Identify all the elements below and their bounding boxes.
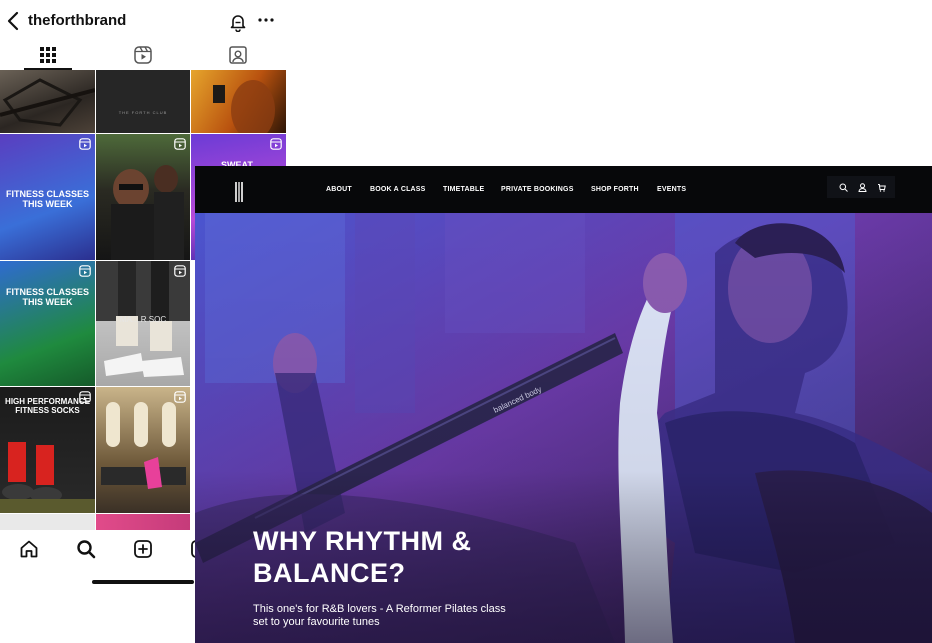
site-header: ABOUT BOOK A CLASS TIMETABLE PRIVATE BOO… (195, 166, 932, 213)
tile-caption: THE FORTH CLUB (118, 110, 168, 115)
notifications-bell-icon[interactable] (228, 12, 248, 33)
post-tile[interactable]: FITNESS CLASSES THIS WEEK (0, 134, 95, 260)
post-tile[interactable] (0, 70, 95, 133)
tile-caption: HIGH PERFORMANCE FITNESS SOCKS (5, 397, 90, 415)
post-tile[interactable]: THE FORTH CLUB (96, 70, 190, 133)
home-icon[interactable] (18, 538, 40, 560)
post-tile[interactable] (96, 387, 190, 513)
post-tile[interactable] (191, 70, 286, 133)
post-tile[interactable] (96, 514, 190, 530)
post-tile[interactable]: FITNESS CLASSES THIS WEEK (0, 261, 95, 386)
tile-caption: FITNESS CLASSES THIS WEEK (5, 189, 89, 209)
reel-icon (79, 138, 91, 150)
post-tile[interactable] (96, 134, 190, 260)
website-panel: ABOUT BOOK A CLASS TIMETABLE PRIVATE BOO… (195, 166, 932, 643)
grid-tab-icon[interactable] (37, 44, 59, 66)
reel-icon (79, 265, 91, 277)
post-tile[interactable] (0, 514, 95, 530)
search-icon[interactable] (75, 538, 97, 560)
home-indicator-bar (92, 580, 194, 584)
nav-link-book-a-class[interactable]: BOOK A CLASS (370, 186, 426, 193)
create-post-icon[interactable] (132, 538, 154, 560)
reel-icon (174, 138, 186, 150)
hero-title: WHY RHYTHM & BALANCE? (253, 526, 472, 588)
more-options-icon[interactable] (256, 10, 276, 30)
nav-link-events[interactable]: EVENTS (657, 186, 686, 193)
reel-icon (270, 138, 282, 150)
tile-caption: MA... R SOC (119, 315, 167, 324)
nav-link-about[interactable]: ABOUT (326, 186, 352, 193)
profile-username: theforthbrand (28, 12, 127, 29)
reel-icon (174, 391, 186, 403)
reels-tab-icon[interactable] (132, 44, 154, 66)
hero-subtitle: This one's for R&B lovers - A Reformer P… (253, 603, 506, 628)
profile-tabs (0, 40, 286, 70)
header-utilities (827, 176, 895, 198)
profile-header: theforthbrand (0, 0, 286, 44)
back-arrow-icon[interactable] (4, 10, 24, 32)
account-icon[interactable] (858, 183, 867, 192)
nav-link-private-bookings[interactable]: PRIVATE BOOKINGS (501, 186, 574, 193)
cart-icon[interactable] (877, 183, 886, 192)
tagged-tab-icon[interactable] (227, 44, 249, 66)
reel-icon (174, 265, 186, 277)
tile-caption: FITNESS CLASSES THIS WEEK (5, 287, 89, 307)
search-icon[interactable] (839, 183, 848, 192)
forth-logo-icon[interactable] (235, 182, 245, 202)
nav-link-shop-forth[interactable]: SHOP FORTH (591, 186, 639, 193)
post-tile[interactable]: MA... R SOC (96, 261, 190, 386)
hero-section: balanced body WHY RHYTHM & BALANCE? This… (195, 213, 932, 643)
post-tile[interactable]: HIGH PERFORMANCE FITNESS SOCKS (0, 387, 95, 513)
nav-link-timetable[interactable]: TIMETABLE (443, 186, 484, 193)
